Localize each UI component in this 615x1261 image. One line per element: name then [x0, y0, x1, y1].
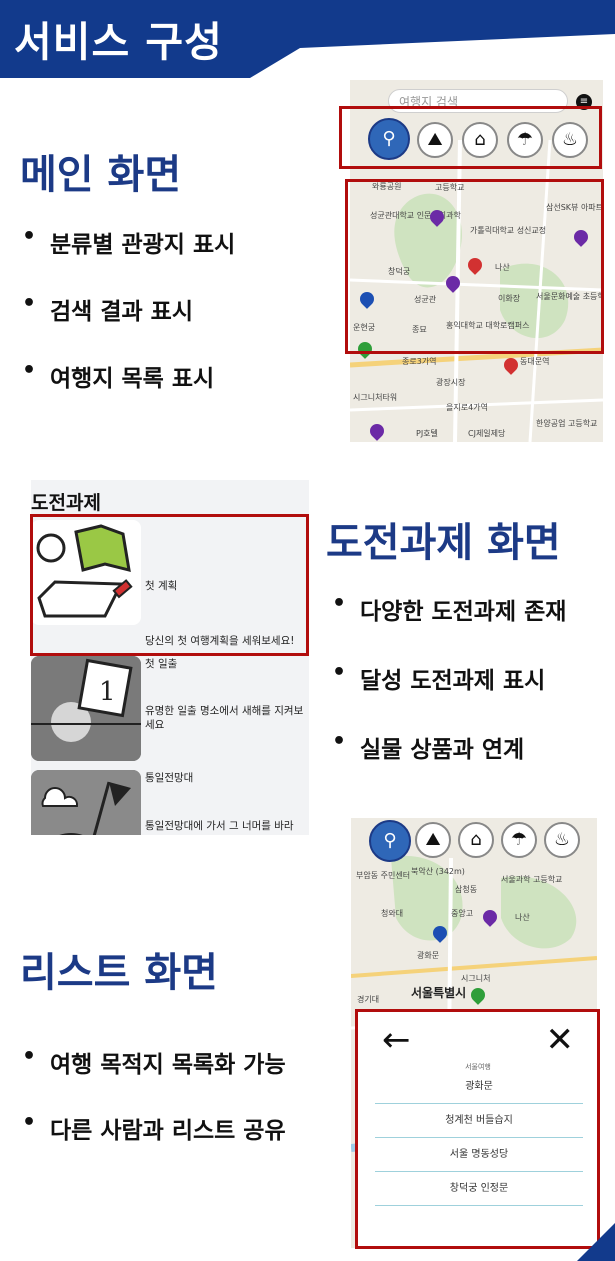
- challenge-name: 통일전망대: [145, 772, 194, 784]
- corner-decoration: [577, 1223, 615, 1261]
- food-icon[interactable]: ♨: [544, 822, 580, 858]
- map-icon[interactable]: ⚲: [369, 820, 411, 862]
- map-label: 시그니처타워: [353, 393, 398, 402]
- map-label: 광장시장: [436, 378, 466, 387]
- map-label: 종로3가역: [402, 357, 437, 366]
- map-label: 한양공업 고등학교: [536, 419, 598, 428]
- section-title-main: 메인 화면: [20, 152, 182, 198]
- bullet: 달성 도전과제 표시: [332, 660, 566, 695]
- history-icon[interactable]: ⌂: [458, 822, 494, 858]
- challenge-name: 첫 일출: [145, 658, 178, 670]
- section-title-list: 리스트 화면: [20, 950, 218, 996]
- bullet: 다양한 도전과제 존재: [332, 591, 566, 626]
- bullet: 여행 목적지 목록화 가능: [22, 1044, 286, 1079]
- map-label: 동대문역: [520, 357, 550, 366]
- observatory-icon: [31, 770, 141, 835]
- map-label: 서울과학 고등학교: [501, 875, 563, 884]
- map-label: 청와대: [381, 909, 404, 918]
- challenge-desc: 통일전망대에 가서 그 너머를 바라: [145, 820, 294, 832]
- highlight-map: [345, 179, 604, 354]
- bullet: 검색 결과 표시: [22, 291, 235, 326]
- map-label: 을지로4가역: [446, 403, 488, 412]
- map-label: 삼청동: [455, 885, 478, 894]
- svg-text:1: 1: [99, 677, 116, 707]
- map-label: 서울특별시: [411, 986, 467, 1000]
- map-label: 광화문: [417, 951, 440, 960]
- bullet: 분류별 관광지 표시: [22, 224, 235, 259]
- page-title: 서비스 구성: [14, 18, 223, 66]
- sunrise-icon: 1: [31, 656, 141, 761]
- bullet: 여행지 목록 표시: [22, 358, 235, 393]
- map-label: 부암동 주민센터: [356, 871, 411, 880]
- bullet: 실물 상품과 연계: [332, 729, 566, 764]
- nature-icon[interactable]: ⛰: [415, 822, 451, 858]
- map-label: 경기대: [357, 995, 380, 1004]
- leisure-icon[interactable]: ☂: [501, 822, 537, 858]
- bullet: 다른 사람과 리스트 공유: [22, 1110, 286, 1145]
- map-label: 중앙고: [451, 909, 474, 918]
- challenge-bullets: 다양한 도전과제 존재 달성 도전과제 표시 실물 상품과 연계: [332, 591, 566, 764]
- map-label: CJ제일제당: [468, 429, 506, 438]
- map-label: 시그니처: [461, 974, 491, 983]
- challenge-desc: 유명한 일출 명소에서 새해를 지켜보세요: [145, 705, 304, 731]
- header-banner: 서비스 구성: [0, 0, 615, 78]
- highlight-list-popup: [355, 1009, 600, 1249]
- highlight-first-challenge: [30, 514, 309, 656]
- map-label: 북악산 (342m): [411, 867, 465, 876]
- map-label: 나산: [515, 913, 530, 922]
- map-label: PJ호텔: [416, 429, 438, 438]
- highlight-categories: [339, 106, 602, 169]
- challenge-heading: 도전과제: [31, 492, 101, 514]
- section-title-challenge: 도전과제 화면: [326, 520, 561, 566]
- list-bullets: 여행 목적지 목록화 가능 다른 사람과 리스트 공유: [22, 1044, 286, 1145]
- main-bullets: 분류별 관광지 표시 검색 결과 표시 여행지 목록 표시: [22, 224, 235, 393]
